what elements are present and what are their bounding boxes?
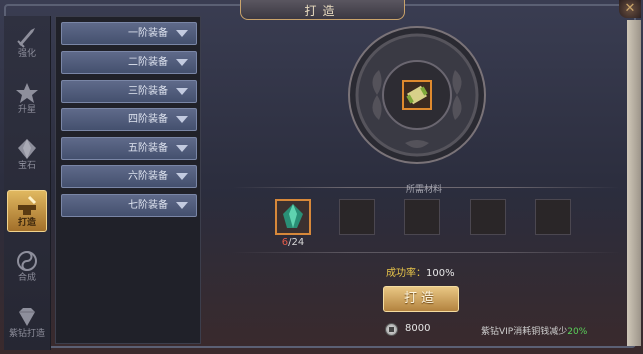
diamond-icon <box>19 308 35 326</box>
tier-label: 一阶装备 <box>128 28 168 39</box>
vip-note-text: 紫钻VIP消耗铜钱减少 <box>481 327 568 337</box>
material-slot-4 <box>470 199 506 235</box>
forge-target-ring <box>348 26 486 164</box>
tab-label: 合成 <box>17 273 36 283</box>
material-slot-3 <box>404 199 440 235</box>
feature-tabs: 强化 升星 宝石 打造 合成 紫钻打造 <box>4 16 51 350</box>
success-rate: 成功率：100% <box>386 264 455 279</box>
title-plate: 打造 <box>240 0 405 20</box>
forge-window: 打造 ✕ 强化 升星 宝石 打造 合成 紫钻打造 一阶装备 二阶装备 三阶装备 … <box>0 0 643 354</box>
success-rate-label: 成功率： <box>386 268 426 279</box>
material-need: /24 <box>288 237 305 248</box>
window-edge <box>627 20 641 346</box>
chevron-down-icon <box>176 145 188 152</box>
chevron-down-icon <box>176 116 188 123</box>
chevron-down-icon <box>176 173 188 180</box>
chevron-down-icon <box>176 202 188 209</box>
chevron-down-icon <box>176 30 188 37</box>
anvil-icon <box>18 195 37 215</box>
rate-divider <box>232 252 620 253</box>
success-rate-value: 100% <box>426 268 455 279</box>
forge-button-label: 打造 <box>403 291 438 306</box>
tab-forge[interactable]: 打造 <box>7 190 47 232</box>
forge-button[interactable]: 打造 <box>383 286 459 312</box>
tab-label: 紫钻打造 <box>8 329 45 339</box>
tab-label: 升星 <box>17 105 36 115</box>
tab-enhance[interactable]: 强化 <box>7 22 47 64</box>
green-crystal-icon <box>283 204 303 228</box>
chevron-down-icon <box>176 59 188 66</box>
tab-label: 强化 <box>17 49 36 59</box>
tier-label: 四阶装备 <box>128 114 168 125</box>
tab-gem[interactable]: 宝石 <box>7 134 47 176</box>
tier-item-6[interactable]: 六阶装备 <box>61 165 197 188</box>
tab-label: 打造 <box>17 218 36 228</box>
material-slot-2 <box>339 199 375 235</box>
equipment-tier-list: 一阶装备 二阶装备 三阶装备 四阶装备 五阶装备 六阶装备 七阶装备 <box>55 16 201 344</box>
tab-label: 宝石 <box>17 161 36 171</box>
silver-coin-icon <box>385 323 398 336</box>
vip-discount-note: 紫钻VIP消耗铜钱减少20% <box>481 324 587 337</box>
window-title: 打造 <box>304 4 341 18</box>
material-slot-1[interactable] <box>275 199 311 235</box>
tier-item-3[interactable]: 三阶装备 <box>61 80 197 103</box>
close-button[interactable]: ✕ <box>619 0 641 18</box>
tier-label: 五阶装备 <box>128 143 168 154</box>
tier-item-2[interactable]: 二阶装备 <box>61 51 197 74</box>
tier-label: 七阶装备 <box>128 200 168 211</box>
tab-star-up[interactable]: 升星 <box>7 78 47 120</box>
vip-note-percent: 20% <box>567 327 588 337</box>
material-count: 6/24 <box>273 237 313 248</box>
cost-value: 8000 <box>405 323 431 334</box>
gem-icon <box>18 139 36 159</box>
tier-label: 三阶装备 <box>128 86 168 97</box>
materials-title: 所需材料 <box>405 185 442 195</box>
tier-label: 二阶装备 <box>128 57 168 68</box>
tier-item-1[interactable]: 一阶装备 <box>61 22 197 45</box>
tab-synthesize[interactable]: 合成 <box>7 246 47 288</box>
tab-purple-diamond-forge[interactable]: 紫钻打造 <box>7 302 47 344</box>
chevron-down-icon <box>176 88 188 95</box>
tier-label: 六阶装备 <box>128 171 168 182</box>
tier-item-4[interactable]: 四阶装备 <box>61 108 197 131</box>
material-slot-5 <box>535 199 571 235</box>
swirl-icon <box>17 251 37 271</box>
tier-item-5[interactable]: 五阶装备 <box>61 137 197 160</box>
star-icon <box>16 83 38 103</box>
tier-item-7[interactable]: 七阶装备 <box>61 194 197 217</box>
sword-icon <box>17 28 35 48</box>
